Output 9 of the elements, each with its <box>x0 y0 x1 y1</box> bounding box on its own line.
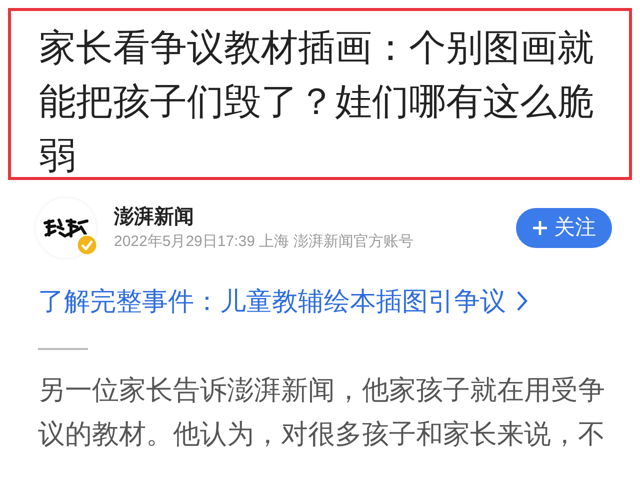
post-meta: 2022年5月29日17:39 上海 澎湃新闻官方账号 <box>114 232 414 252</box>
headline: 家长看争议教材插画：个别图画就能把孩子们毁了？娃们哪有这么脆弱 <box>39 26 595 178</box>
event-link[interactable]: 了解完整事件：儿童教辅绘本插图引争议 <box>0 284 640 318</box>
author-name[interactable]: 澎湃新闻 <box>114 203 516 231</box>
follow-button[interactable]: 关注 <box>516 208 612 248</box>
chevron-right-icon <box>516 290 528 312</box>
plus-icon <box>532 220 548 236</box>
brush-logo-icon <box>43 217 89 239</box>
article-paragraph: 另一位家长告诉澎湃新闻，他家孩子就在用受争议的教材。他认为，对很多孩子和家长来说，不 <box>37 374 606 451</box>
